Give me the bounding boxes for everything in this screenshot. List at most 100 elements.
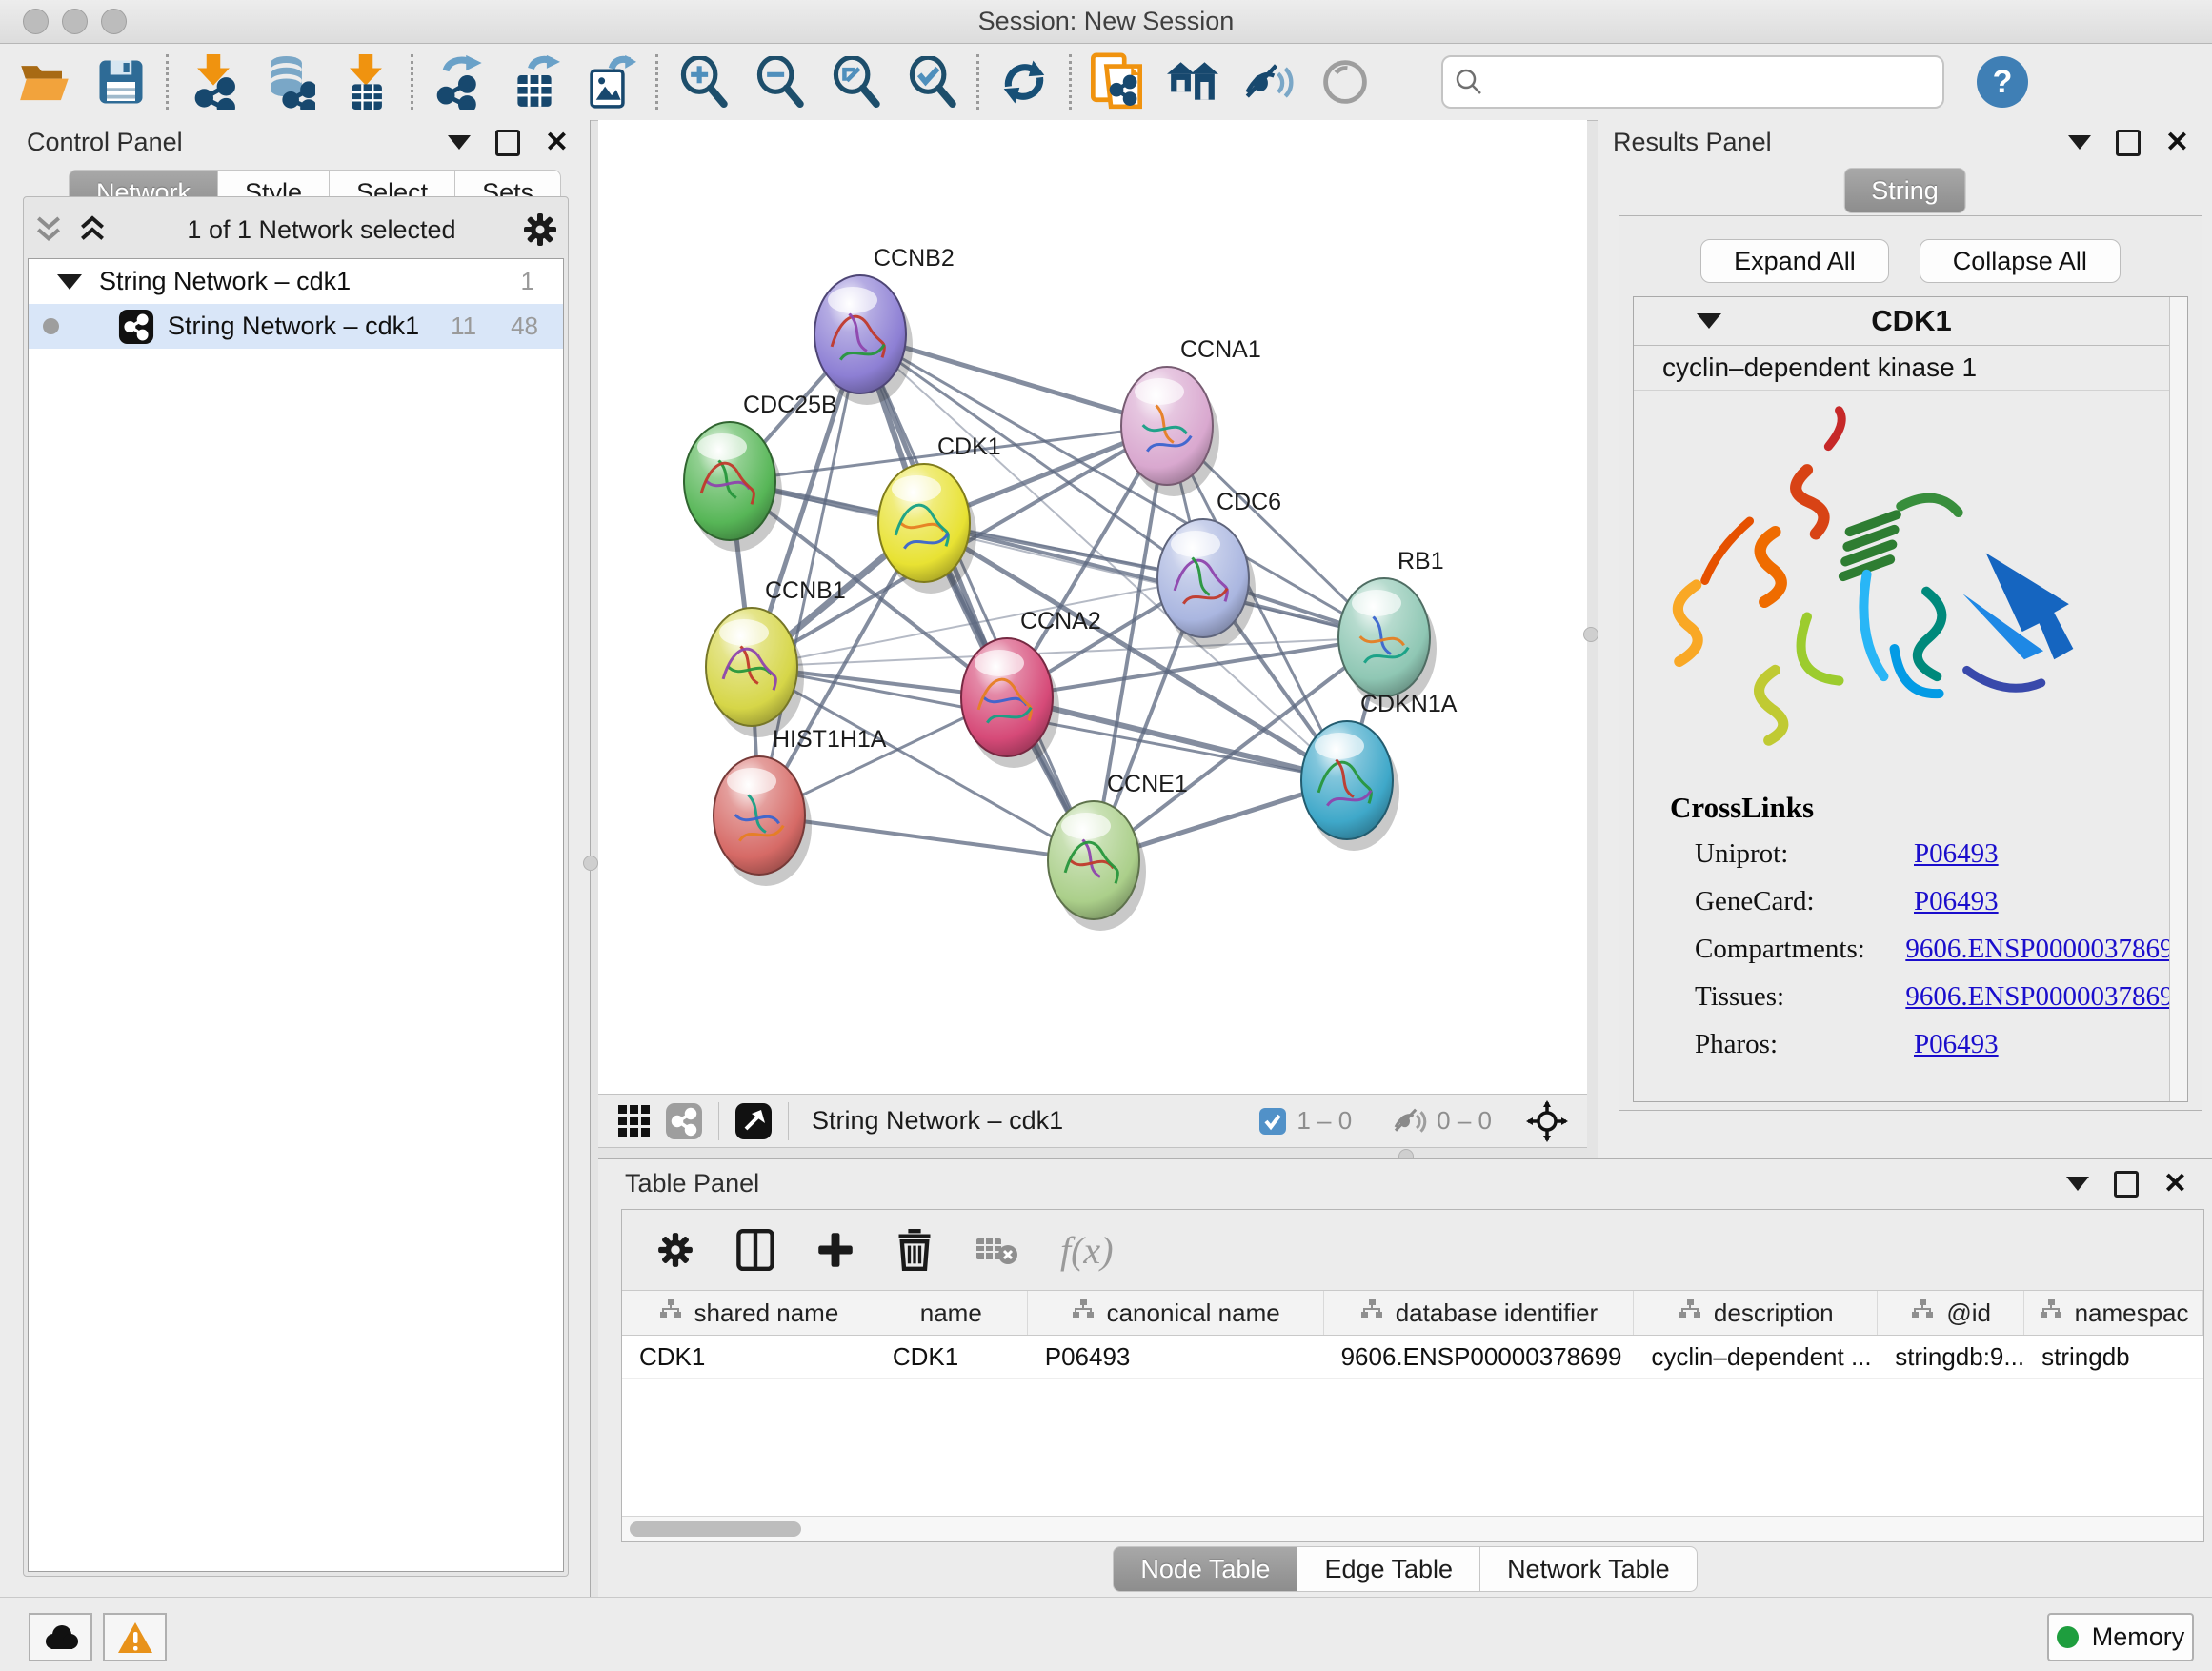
- table-cell[interactable]: stringdb:9...: [1878, 1336, 2024, 1378]
- zoom-selected-icon[interactable]: [906, 56, 957, 108]
- node-label-CCNB2: CCNB2: [874, 245, 955, 272]
- network-canvas[interactable]: CCNB2CCNA1CDC25BCDK1CDC6RB1CCNB1CCNA2CDK…: [598, 120, 1587, 1094]
- save-session-icon[interactable]: [95, 56, 147, 108]
- collection-disclosure-icon[interactable]: [57, 274, 82, 290]
- cloud-status-button[interactable]: [29, 1613, 92, 1661]
- export-network-icon[interactable]: [432, 56, 484, 108]
- network-row[interactable]: String Network – cdk1 11 48: [29, 304, 563, 349]
- crosslink-link[interactable]: P06493: [1914, 838, 1999, 870]
- collapse-all-networks-icon[interactable]: [33, 215, 64, 244]
- table-panel-collapse-icon[interactable]: [2066, 1177, 2089, 1191]
- string-protein-query-icon[interactable]: [1091, 56, 1142, 108]
- import-table-file-icon[interactable]: [340, 56, 392, 108]
- birds-eye-view-icon[interactable]: [617, 1104, 652, 1138]
- crosslink-label: Pharos:: [1695, 1029, 1914, 1060]
- table-cell[interactable]: 9606.ENSP00000378699: [1324, 1336, 1635, 1378]
- table-panel-close-icon[interactable]: ✕: [2163, 1170, 2187, 1198]
- table-cell[interactable]: cyclin–dependent ...: [1634, 1336, 1878, 1378]
- main-toolbar: ?: [0, 44, 2212, 121]
- refresh-icon[interactable]: [998, 56, 1050, 108]
- function-builder-icon[interactable]: f(x): [1060, 1228, 1114, 1273]
- crosslink-link[interactable]: P06493: [1914, 886, 1999, 917]
- export-image-icon[interactable]: [585, 56, 636, 108]
- results-panel: Results Panel ✕ String Expand All Collap…: [1598, 120, 2212, 1158]
- table-tab-network-table[interactable]: Network Table: [1480, 1546, 1698, 1592]
- delete-table-icon[interactable]: [975, 1233, 1018, 1267]
- import-network-database-icon[interactable]: [264, 56, 315, 108]
- crosslink-row: Compartments:9606.ENSP00000378699: [1670, 934, 2187, 965]
- export-table-icon[interactable]: [509, 56, 560, 108]
- results-panel-close-icon[interactable]: ✕: [2165, 129, 2189, 157]
- detach-view-icon[interactable]: [734, 1102, 773, 1140]
- search-input[interactable]: [1493, 67, 1931, 98]
- crosslink-row: Tissues:9606.ENSP00000378699: [1670, 981, 2187, 1013]
- control-panel-title: Control Panel: [27, 128, 183, 157]
- node-CDK1[interactable]: CDK1: [878, 433, 1001, 594]
- node-CCNB1[interactable]: CCNB1: [706, 577, 846, 737]
- table-tab-node-table[interactable]: Node Table: [1113, 1546, 1297, 1592]
- zoom-fit-icon[interactable]: [830, 56, 881, 108]
- column-header-shared-name[interactable]: shared name: [622, 1291, 875, 1335]
- node-CCNB2[interactable]: CCNB2: [814, 245, 955, 405]
- table-scrollbar-thumb[interactable]: [630, 1521, 801, 1537]
- crosslink-link[interactable]: 9606.ENSP00000378699: [1905, 981, 2187, 1013]
- zoom-in-icon[interactable]: [677, 56, 729, 108]
- hidden-indicator-icon[interactable]: [1393, 1107, 1427, 1136]
- control-panel-close-icon[interactable]: ✕: [545, 129, 569, 157]
- column-header-database-identifier[interactable]: database identifier: [1324, 1291, 1635, 1335]
- node-RB1[interactable]: RB1: [1338, 548, 1444, 708]
- help-button[interactable]: ?: [1977, 56, 2028, 108]
- column-header-name[interactable]: name: [875, 1291, 1028, 1335]
- table-cell[interactable]: P06493: [1028, 1336, 1324, 1378]
- collapse-all-button[interactable]: Collapse All: [1920, 239, 2121, 283]
- network-badge-icon[interactable]: [665, 1102, 703, 1140]
- crosslink-link[interactable]: P06493: [1914, 1029, 1999, 1060]
- node-CCNE1[interactable]: CCNE1: [1048, 771, 1188, 931]
- show-glass-ball-icon[interactable]: [1319, 56, 1371, 108]
- delete-column-icon[interactable]: [896, 1229, 933, 1271]
- string-home-icon[interactable]: [1167, 56, 1218, 108]
- node-CDKN1A[interactable]: CDKN1A: [1301, 691, 1458, 851]
- node-HIST1H1A[interactable]: HIST1H1A: [714, 726, 887, 886]
- table-tab-edge-table[interactable]: Edge Table: [1297, 1546, 1480, 1592]
- results-tab-string[interactable]: String: [1843, 168, 1966, 213]
- show-columns-icon[interactable]: [736, 1229, 774, 1271]
- fit-selected-crosshair-icon[interactable]: [1526, 1100, 1568, 1142]
- network-manager-box: 1 of 1 Network selected String Network –…: [23, 196, 569, 1577]
- network-options-gear-icon[interactable]: [522, 211, 558, 248]
- results-scrollbar[interactable]: [2169, 297, 2187, 1101]
- memory-status-button[interactable]: Memory: [2047, 1613, 2194, 1661]
- enhance-labels-icon[interactable]: [1243, 56, 1295, 108]
- column-header-namespac[interactable]: namespac: [2024, 1291, 2203, 1335]
- expand-all-networks-icon[interactable]: [77, 215, 108, 244]
- column-header--id[interactable]: @id: [1878, 1291, 2024, 1335]
- column-label: name: [920, 1299, 982, 1328]
- network-collection-row[interactable]: String Network – cdk1 1: [29, 259, 563, 304]
- node-CCNA1[interactable]: CCNA1: [1121, 336, 1261, 496]
- right-splitter-handle[interactable]: [1583, 627, 1599, 642]
- gene-disclosure-icon[interactable]: [1697, 313, 1721, 329]
- table-cell[interactable]: CDK1: [622, 1336, 875, 1378]
- crosslink-link[interactable]: 9606.ENSP00000378699: [1905, 934, 2187, 965]
- table-cell[interactable]: stringdb: [2024, 1336, 2203, 1378]
- import-network-file-icon[interactable]: [188, 56, 239, 108]
- table-options-gear-icon[interactable]: [656, 1231, 694, 1269]
- results-panel-float-icon[interactable]: [2116, 130, 2141, 156]
- warning-status-button[interactable]: [103, 1613, 167, 1661]
- table-cell[interactable]: CDK1: [875, 1336, 1028, 1378]
- table-panel-float-icon[interactable]: [2114, 1171, 2139, 1198]
- selected-indicator-checkbox[interactable]: [1258, 1107, 1287, 1136]
- results-panel-collapse-icon[interactable]: [2068, 135, 2091, 150]
- control-panel-float-icon[interactable]: [495, 130, 520, 156]
- zoom-out-icon[interactable]: [754, 56, 805, 108]
- crosslinks-list: Uniprot:P06493GeneCard:P06493Compartment…: [1670, 838, 2187, 1060]
- control-panel-collapse-icon[interactable]: [448, 135, 471, 150]
- create-column-icon[interactable]: [816, 1231, 855, 1269]
- expand-all-button[interactable]: Expand All: [1700, 239, 1889, 283]
- left-splitter-handle[interactable]: [583, 856, 598, 871]
- separator: [718, 1102, 719, 1140]
- table-row[interactable]: CDK1CDK1P064939606.ENSP00000378699cyclin…: [622, 1336, 2203, 1379]
- column-header-description[interactable]: description: [1634, 1291, 1878, 1335]
- column-header-canonical-name[interactable]: canonical name: [1028, 1291, 1324, 1335]
- open-session-icon[interactable]: [19, 56, 70, 108]
